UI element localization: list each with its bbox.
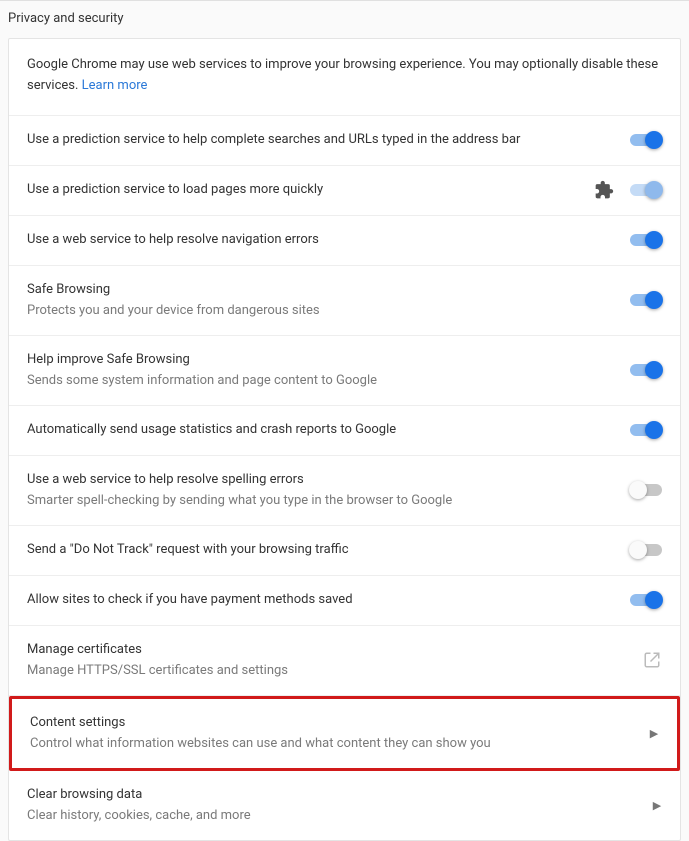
row-label: Automatically send usage statistics and … [27, 420, 618, 440]
intro-text: Google Chrome may use web services to im… [27, 55, 662, 97]
row-sublabel: Sends some system information and page c… [27, 371, 618, 391]
row-sublabel: Protects you and your device from danger… [27, 301, 618, 321]
row-spelling: Use a web service to help resolve spelli… [9, 456, 680, 526]
chevron-right-icon: ▶ [652, 795, 662, 815]
row-label: Manage certificates [27, 640, 630, 660]
row-label: Help improve Safe Browsing [27, 350, 618, 370]
row-label: Content settings [30, 713, 637, 733]
row-label: Use a web service to help resolve spelli… [27, 470, 618, 490]
toggle-safe-browsing[interactable] [630, 293, 662, 307]
row-prediction-load: Use a prediction service to load pages m… [9, 166, 680, 216]
row-nav-errors: Use a web service to help resolve naviga… [9, 216, 680, 266]
row-label: Use a web service to help resolve naviga… [27, 230, 618, 250]
privacy-security-card: Google Chrome may use web services to im… [8, 38, 681, 841]
row-prediction-search: Use a prediction service to help complet… [9, 116, 680, 166]
learn-more-link[interactable]: Learn more [82, 78, 148, 93]
row-clear-data[interactable]: Clear browsing data Clear history, cooki… [9, 771, 680, 840]
row-manage-certs[interactable]: Manage certificates Manage HTTPS/SSL cer… [9, 626, 680, 696]
toggle-improve-safe-browsing[interactable] [630, 363, 662, 377]
row-label: Safe Browsing [27, 280, 618, 300]
intro-row: Google Chrome may use web services to im… [9, 39, 680, 116]
extension-icon [594, 180, 614, 200]
toggle-usage-stats[interactable] [630, 423, 662, 437]
row-label: Send a "Do Not Track" request with your … [27, 540, 618, 560]
row-sublabel: Clear history, cookies, cache, and more [27, 806, 640, 826]
row-label: Allow sites to check if you have payment… [27, 590, 618, 610]
toggle-dnt[interactable] [630, 543, 662, 557]
row-content-settings[interactable]: Content settings Control what informatio… [9, 696, 680, 771]
row-usage-stats: Automatically send usage statistics and … [9, 406, 680, 456]
row-sublabel: Control what information websites can us… [30, 734, 637, 754]
row-label: Use a prediction service to help complet… [27, 130, 618, 150]
toggle-prediction-load[interactable] [630, 183, 662, 197]
row-safe-browsing: Safe Browsing Protects you and your devi… [9, 266, 680, 336]
open-external-icon [642, 650, 662, 670]
row-label: Clear browsing data [27, 785, 640, 805]
row-dnt: Send a "Do Not Track" request with your … [9, 526, 680, 576]
row-label: Use a prediction service to load pages m… [27, 180, 582, 200]
row-sublabel: Smarter spell-checking by sending what y… [27, 491, 618, 511]
toggle-nav-errors[interactable] [630, 233, 662, 247]
toggle-payment-check[interactable] [630, 593, 662, 607]
section-title: Privacy and security [0, 1, 689, 38]
toggle-prediction-search[interactable] [630, 133, 662, 147]
toggle-spelling[interactable] [630, 483, 662, 497]
row-payment-check: Allow sites to check if you have payment… [9, 576, 680, 626]
chevron-right-icon: ▶ [649, 723, 659, 743]
row-sublabel: Manage HTTPS/SSL certificates and settin… [27, 661, 630, 681]
row-improve-safe-browsing: Help improve Safe Browsing Sends some sy… [9, 336, 680, 406]
